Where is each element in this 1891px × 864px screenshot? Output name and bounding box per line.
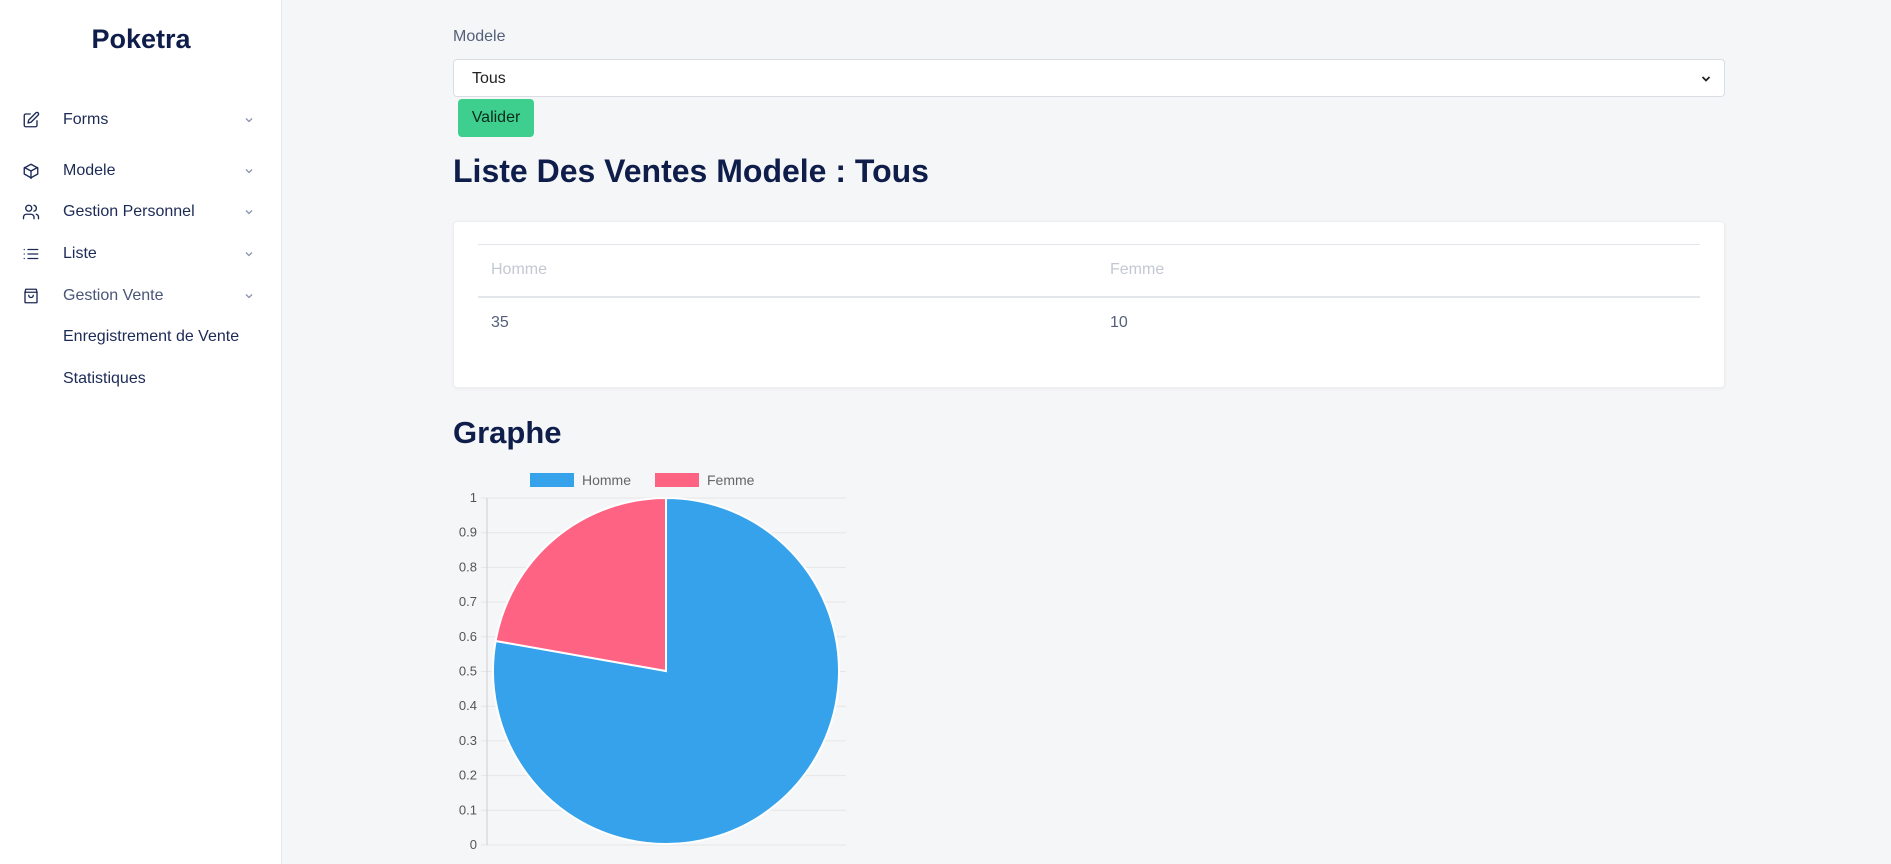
users-icon bbox=[22, 203, 40, 221]
legend-swatch-femme bbox=[655, 473, 699, 487]
y-tick-label: 0.9 bbox=[459, 525, 477, 540]
y-tick-label: 0.7 bbox=[459, 594, 477, 609]
valider-button[interactable]: Valider bbox=[458, 99, 534, 137]
ventes-table-card: Homme Femme 35 10 bbox=[453, 221, 1725, 388]
shopping-bag-icon bbox=[22, 287, 40, 305]
chevron-down-icon bbox=[243, 165, 255, 177]
y-tick-label: 0.2 bbox=[459, 768, 477, 783]
chevron-down-icon bbox=[243, 290, 255, 302]
table-header-femme: Femme bbox=[1110, 261, 1165, 278]
y-tick-label: 0.4 bbox=[459, 698, 477, 713]
legend-label-femme: Femme bbox=[707, 472, 755, 488]
sidebar-item-modele[interactable]: Modele bbox=[0, 154, 282, 188]
legend-label-homme: Homme bbox=[582, 472, 631, 488]
main-content: Modele Tous Valider Liste Des Ventes Mod… bbox=[282, 0, 1891, 864]
page-title: Liste Des Ventes Modele : Tous bbox=[453, 153, 929, 189]
legend-swatch-homme bbox=[530, 473, 574, 487]
y-tick-label: 0.1 bbox=[459, 802, 477, 817]
y-tick-label: 0.5 bbox=[459, 664, 477, 679]
chevron-down-icon bbox=[1700, 73, 1712, 85]
sidebar-item-gestion-personnel[interactable]: Gestion Personnel bbox=[0, 195, 282, 229]
chevron-down-icon bbox=[243, 206, 255, 218]
y-tick-label: 0.6 bbox=[459, 629, 477, 644]
sidebar-item-label: Modele bbox=[63, 162, 116, 179]
brand-logo[interactable]: Poketra bbox=[0, 24, 282, 55]
sidebar-item-label: Gestion Vente bbox=[63, 287, 164, 304]
box-icon bbox=[22, 162, 40, 180]
edit-icon bbox=[22, 111, 40, 129]
table-header-homme: Homme bbox=[491, 261, 548, 278]
modele-field-label: Modele bbox=[453, 28, 506, 45]
pie-chart: 0 0.1 0.2 0.3 0.4 0.5 0.6 0.7 0.8 0.9 1 Homme Femme bbox=[440, 466, 880, 864]
sidebar-item-gestion-vente[interactable]: Gestion Vente bbox=[0, 279, 282, 313]
sidebar-subitem-statistiques[interactable]: Statistiques bbox=[63, 370, 146, 388]
sidebar-subitem-enregistrement-vente[interactable]: Enregistrement de Vente bbox=[63, 328, 239, 346]
chevron-down-icon bbox=[243, 248, 255, 260]
sidebar: Poketra Forms Modele Gestion Personnel L bbox=[0, 0, 282, 864]
y-tick-label: 0.3 bbox=[459, 733, 477, 748]
sidebar-item-label: Liste bbox=[63, 245, 97, 262]
pie-slice-femme bbox=[494, 496, 667, 673]
sidebar-item-liste[interactable]: Liste bbox=[0, 237, 282, 271]
y-tick-label: 1 bbox=[470, 490, 477, 505]
sidebar-item-label: Forms bbox=[63, 111, 109, 128]
modele-select-value: Tous bbox=[472, 70, 506, 87]
list-icon bbox=[22, 245, 40, 263]
table-header-border bbox=[478, 296, 1700, 298]
y-tick-label: 0.8 bbox=[459, 559, 477, 574]
pie-chart-svg: 0 0.1 0.2 0.3 0.4 0.5 0.6 0.7 0.8 0.9 1 Homme Femme bbox=[459, 472, 846, 852]
sidebar-item-label: Gestion Personnel bbox=[63, 203, 195, 220]
graph-title: Graphe bbox=[453, 415, 562, 450]
table-cell-homme: 35 bbox=[491, 314, 509, 331]
y-tick-label: 0 bbox=[470, 837, 477, 852]
table-top-border bbox=[478, 244, 1700, 245]
chevron-down-icon bbox=[243, 114, 255, 126]
sidebar-item-forms[interactable]: Forms bbox=[0, 103, 282, 137]
modele-select[interactable]: Tous bbox=[453, 59, 1725, 97]
table-cell-femme: 10 bbox=[1110, 314, 1128, 331]
